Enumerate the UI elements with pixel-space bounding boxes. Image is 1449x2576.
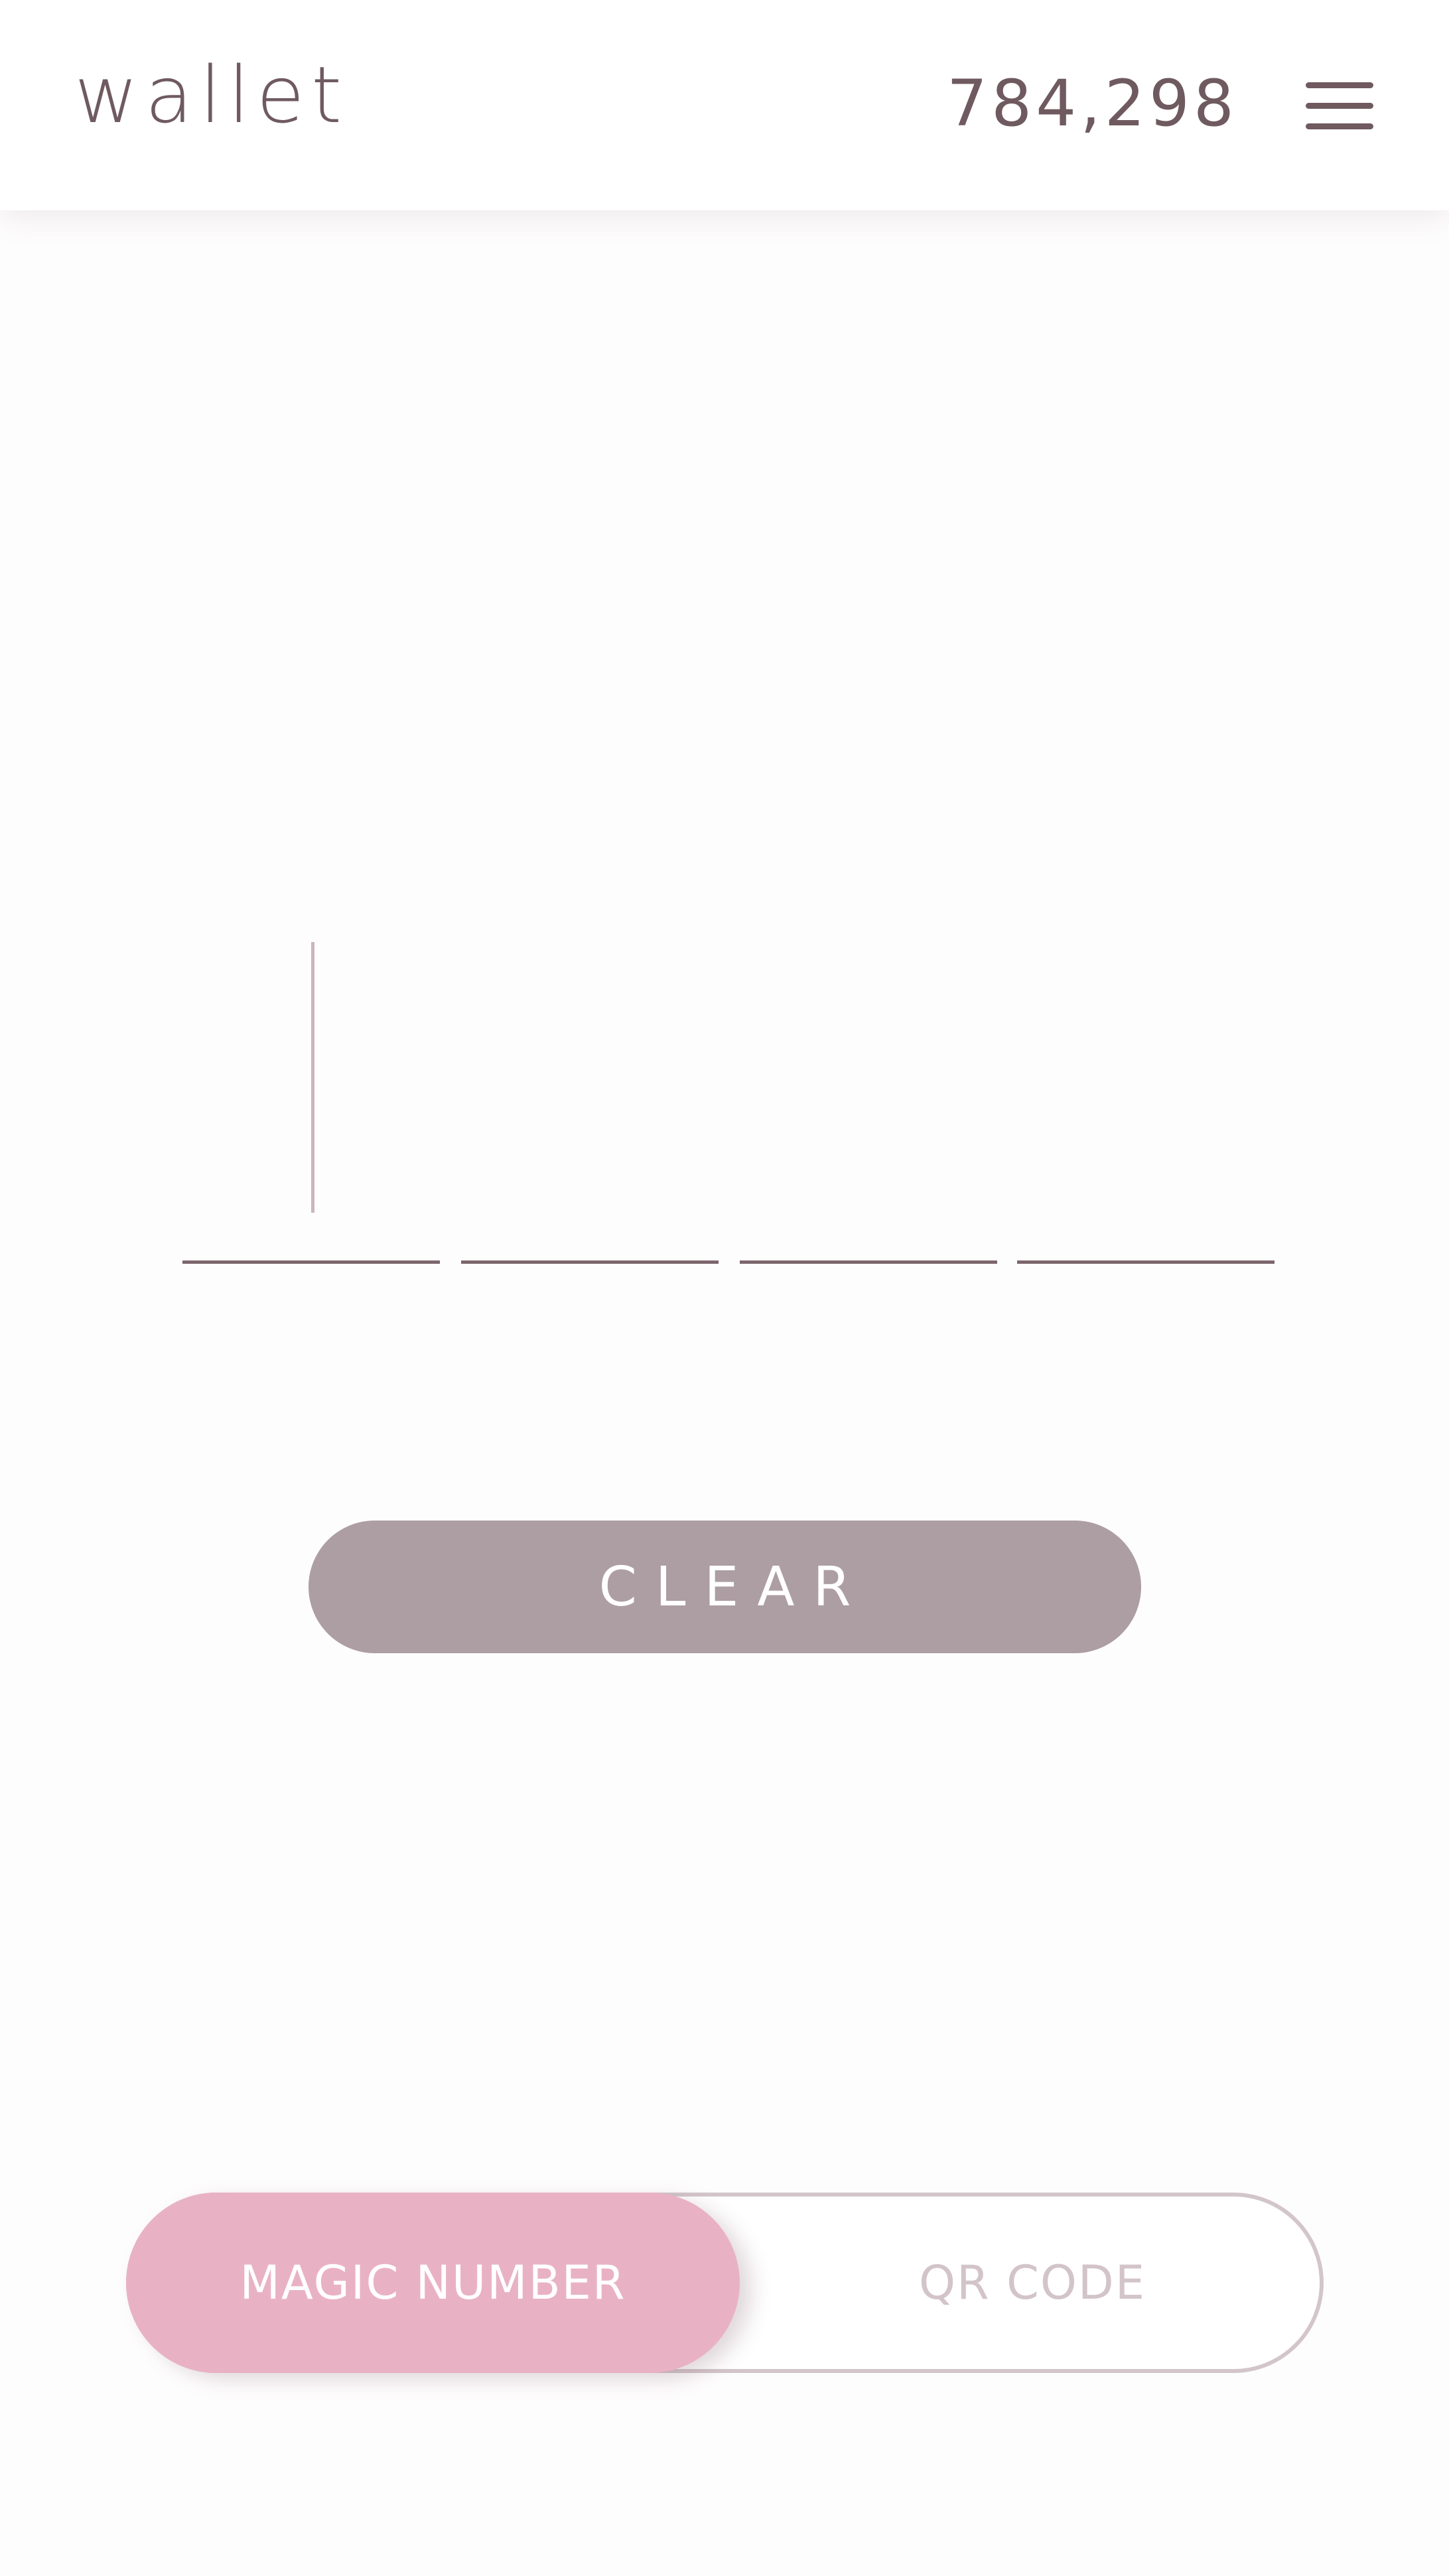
toggle-qr-code[interactable]: QR CODE bbox=[740, 2193, 1324, 2373]
digit-slot-2[interactable] bbox=[461, 1260, 719, 1264]
text-cursor bbox=[311, 942, 314, 1213]
menu-bar bbox=[1306, 82, 1373, 88]
wallet-logo: wallet bbox=[74, 49, 349, 141]
digit-underline bbox=[740, 1260, 997, 1264]
clear-button[interactable]: CLEAR bbox=[309, 1521, 1141, 1653]
digit-underline bbox=[461, 1260, 719, 1264]
toggle-magic-number[interactable]: MAGIC NUMBER bbox=[126, 2193, 740, 2373]
digit-slot-4[interactable] bbox=[1017, 1260, 1275, 1264]
digit-underline bbox=[182, 1260, 440, 1264]
menu-bar bbox=[1306, 103, 1373, 109]
app-header: wallet 784,298 bbox=[0, 0, 1449, 210]
magic-number-input[interactable] bbox=[182, 942, 1275, 1307]
hamburger-menu-icon[interactable] bbox=[1306, 82, 1373, 130]
menu-bar bbox=[1306, 123, 1373, 129]
digit-slot-3[interactable] bbox=[740, 1260, 997, 1264]
digit-underline bbox=[1017, 1260, 1275, 1264]
wallet-screen: wallet 784,298 CLEAR MAGIC NUMBER QR COD… bbox=[0, 0, 1449, 2576]
balance-display: 784,298 bbox=[947, 66, 1238, 141]
digit-slot-1[interactable] bbox=[182, 1260, 440, 1264]
mode-toggle: MAGIC NUMBER QR CODE bbox=[126, 2193, 1324, 2373]
